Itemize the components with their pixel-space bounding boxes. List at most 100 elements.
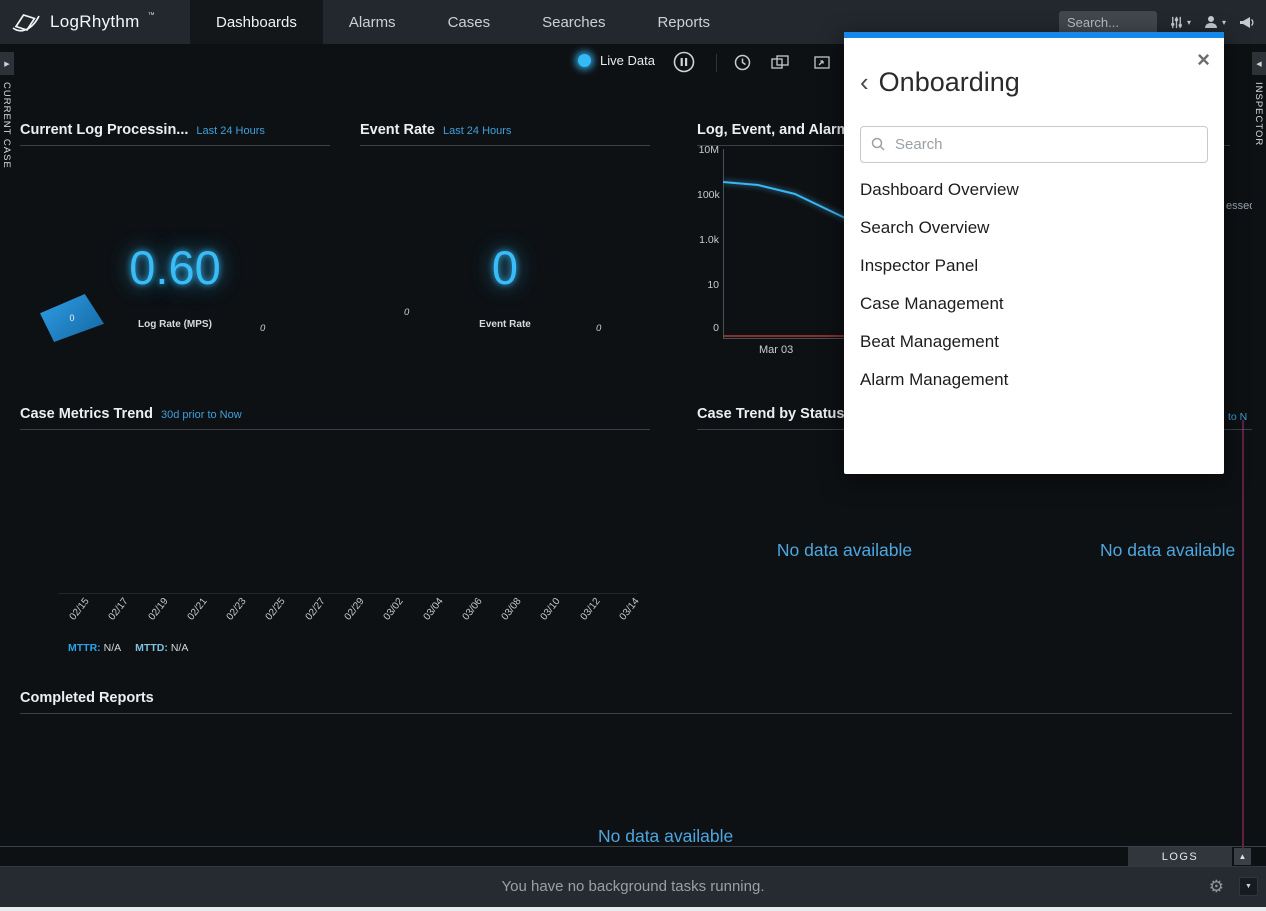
panel-case-metrics-trend: Case Metrics Trend 30d prior to Now 02/1… (20, 406, 650, 666)
panel-range-link[interactable]: Last 24 Hours (443, 125, 511, 137)
panel-title: Case Metrics Trend (20, 406, 153, 422)
time-range-button[interactable] (734, 54, 751, 71)
onboarding-topics-list: Dashboard Overview Search Overview Inspe… (844, 171, 1224, 399)
sliders-icon (1169, 15, 1184, 30)
live-data-indicator: Live Data (578, 53, 655, 68)
gear-icon[interactable]: ⚙ (1209, 877, 1224, 897)
panel-title: Completed Reports (20, 690, 154, 706)
chart-accent-line (1242, 420, 1244, 848)
x-axis-date-label: 03/06 (460, 596, 510, 643)
list-item-alarm-management[interactable]: Alarm Management (844, 361, 1224, 399)
panel-current-log-processing: Current Log Processin... Last 24 Hours 0… (20, 122, 330, 362)
expand-right-icon: ▶ (4, 60, 9, 68)
current-case-rail: ▶ CURRENT CASE (0, 44, 14, 847)
clipped-range-text: to N (1228, 411, 1247, 423)
pause-icon (673, 51, 695, 73)
chevron-down-icon: ▾ (1222, 18, 1226, 27)
mttd-value: N/A (171, 642, 189, 654)
list-item-dashboard-overview[interactable]: Dashboard Overview (844, 171, 1224, 209)
panel-event-rate: Event Rate Last 24 Hours 0 Event Rate 0 … (360, 122, 650, 362)
pause-button[interactable] (673, 51, 695, 73)
current-case-expand-button[interactable]: ▶ (0, 52, 14, 75)
x-axis-date-label: 02/17 (107, 596, 157, 643)
x-axis-date-label: 03/14 (618, 596, 668, 643)
panel-title: Current Log Processin... (20, 122, 188, 138)
list-item-inspector-panel[interactable]: Inspector Panel (844, 247, 1224, 285)
x-axis-date-label: 02/19 (146, 596, 196, 643)
panel-range-link[interactable]: 30d prior to Now (161, 409, 242, 421)
tab-dashboards[interactable]: Dashboards (190, 0, 323, 44)
no-data-message: No data available (697, 540, 992, 561)
x-axis-date-labels: 02/15 02/17 02/19 02/21 02/23 02/25 02/2… (58, 596, 633, 640)
announcements-button[interactable] (1238, 15, 1256, 30)
y-axis-tick-label: 1.0k (697, 234, 719, 246)
inspector-rail-label[interactable]: INSPECTOR (1253, 82, 1264, 146)
live-data-dot-icon (578, 54, 591, 67)
tab-alarms[interactable]: Alarms (323, 0, 422, 44)
x-axis-date-label: 02/23 (225, 596, 275, 643)
new-window-icon (771, 55, 789, 70)
current-case-rail-label[interactable]: CURRENT CASE (1, 82, 12, 169)
case-metrics-stats: MTTR:N/AMTTD:N/A (68, 642, 188, 654)
tab-searches[interactable]: Searches (516, 0, 631, 44)
x-axis-date-label: 03/10 (539, 596, 589, 643)
popup-title: Onboarding (879, 66, 1020, 98)
user-icon (1203, 14, 1219, 30)
event-rate-value: 0 (360, 240, 650, 295)
logrhythm-logo-icon (12, 11, 42, 33)
gauge-min-label: 0 (69, 313, 74, 323)
x-axis-date-label: 03/08 (500, 596, 550, 643)
tab-reports[interactable]: Reports (631, 0, 736, 44)
app-root: LogRhythm ™ Dashboards Alarms Cases Sear… (0, 0, 1266, 911)
list-item-beat-management[interactable]: Beat Management (844, 323, 1224, 361)
inspector-expand-button[interactable]: ◀ (1252, 52, 1266, 75)
list-item-case-management[interactable]: Case Management (844, 285, 1224, 323)
y-axis-tick-label: 100k (697, 189, 719, 201)
clipped-legend-text: essed (1226, 200, 1255, 212)
x-axis-date-label: 03/12 (578, 596, 628, 643)
logs-drawer-tab[interactable]: LOGS (1128, 847, 1232, 866)
toolbar-divider (716, 54, 717, 72)
back-chevron-icon[interactable]: ‹ (860, 70, 869, 94)
popup-search (860, 126, 1208, 163)
x-axis-date-label: 02/21 (185, 596, 235, 643)
live-data-label: Live Data (600, 53, 655, 68)
y-axis-tick-label: 10M (697, 144, 719, 156)
add-dashboard-button[interactable] (771, 55, 789, 70)
mttr-label: MTTR: (68, 642, 101, 654)
inspector-rail: ◀ INSPECTOR (1252, 44, 1266, 847)
filters-menu-button[interactable]: ▾ (1169, 15, 1191, 30)
close-icon[interactable]: × (1197, 50, 1210, 70)
panel-completed-reports: Completed Reports No data available (20, 690, 1232, 850)
up-arrow-icon: ▲ (1239, 852, 1247, 861)
x-axis-date-label: 02/29 (343, 596, 393, 643)
no-data-message: No data available (1100, 540, 1235, 561)
brand-name: LogRhythm (50, 12, 140, 32)
x-axis-line (58, 593, 638, 594)
user-menu-button[interactable]: ▾ (1203, 14, 1226, 30)
panel-range-link[interactable]: Last 24 Hours (196, 125, 264, 137)
tab-cases[interactable]: Cases (422, 0, 517, 44)
panel-title: Log, Event, and Alarm (697, 122, 850, 138)
x-axis-date-label: 02/27 (303, 596, 353, 643)
no-data-message: No data available (598, 826, 733, 847)
gauge-needle-shape: 0 (40, 294, 104, 342)
list-item-search-overview[interactable]: Search Overview (844, 209, 1224, 247)
export-dashboard-button[interactable] (814, 55, 831, 70)
status-bar: You have no background tasks running. ⚙ … (0, 866, 1266, 908)
popup-search-input[interactable] (860, 126, 1208, 163)
bottom-edge (0, 907, 1266, 911)
mttr-value: N/A (104, 642, 122, 654)
brand[interactable]: LogRhythm ™ (0, 0, 190, 44)
expand-logs-button[interactable]: ▲ (1234, 848, 1251, 865)
collapse-statusbar-button[interactable]: ▼ (1239, 877, 1258, 896)
x-axis-date-label: 03/04 (421, 596, 471, 643)
panel-title: Case Trend by Status (697, 406, 844, 422)
x-axis-date-label: 02/15 (68, 596, 118, 643)
search-icon (870, 136, 886, 152)
collapse-left-icon: ◀ (1256, 60, 1261, 68)
log-rate-value: 0.60 (20, 240, 330, 295)
mttd-label: MTTD: (135, 642, 168, 654)
megaphone-icon (1238, 15, 1256, 30)
global-search-input[interactable] (1059, 11, 1157, 34)
